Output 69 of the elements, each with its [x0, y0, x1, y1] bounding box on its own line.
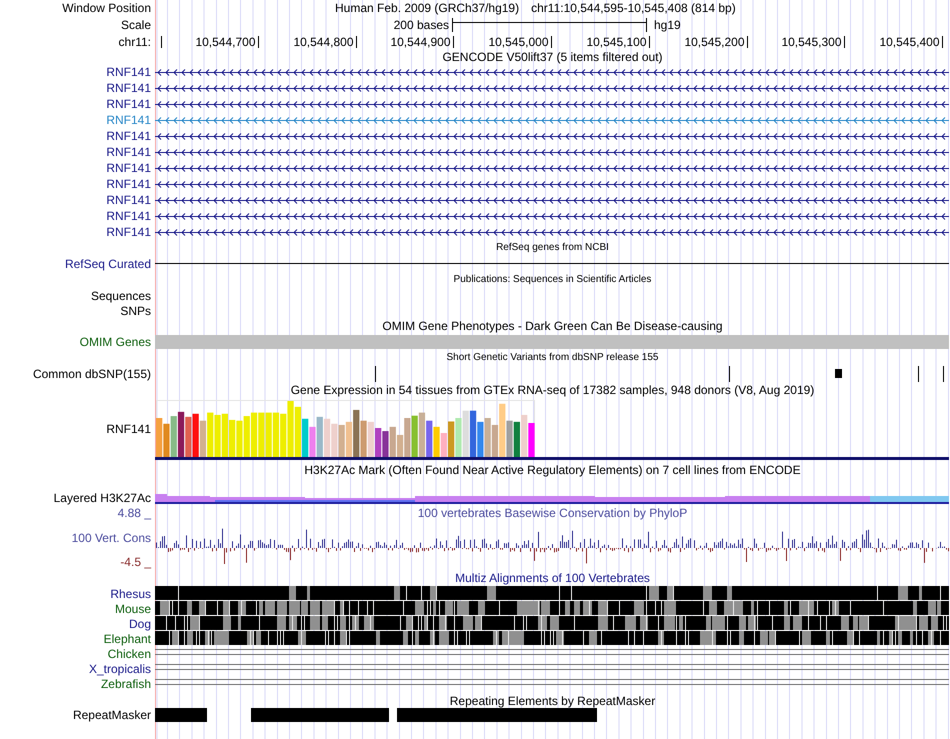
ruler-tick: [551, 36, 552, 48]
ruler-tick: [942, 36, 943, 48]
track-title: Short Genetic Variants from dbSNP release 155: [446, 353, 658, 363]
species-label: Zebrafish: [100, 678, 151, 690]
track-label: RepeatMasker: [72, 709, 151, 721]
ruler-tick: [649, 36, 650, 48]
tick-label: 10,545,300: [781, 36, 842, 48]
track-label: SNPs: [120, 304, 151, 316]
track-title: Gene Expression in 54 tissues from GTEx RNA-seq of 17382 samples, 948 donors (V8, Aug 2019): [290, 384, 814, 396]
tick-label: 10,545,400: [879, 36, 940, 48]
gene-label: RNF141: [106, 146, 151, 158]
variant-mark: [918, 366, 919, 382]
assembly-label: hg19: [654, 18, 681, 32]
track-title: H3K27Ac Mark (Often Found Near Active Regulatory Elements) on 7 cell lines from ENCODE: [304, 464, 801, 476]
tick-label: 10,544,700: [195, 36, 256, 48]
track-title: Repeating Elements by RepeatMasker: [450, 695, 656, 707]
scale-length: 200 bases: [394, 18, 449, 30]
ruler-tick: [453, 36, 454, 48]
ruler-tick: [747, 36, 748, 48]
species-label: X_tropicalis: [88, 662, 151, 674]
species-label: Rhesus: [110, 588, 151, 600]
gene-label: RNF141: [106, 210, 151, 222]
tick-label: 10,544,900: [390, 36, 450, 48]
track-title: OMIM Gene Phenotypes - Dark Green Can Be Disease-causing: [382, 320, 723, 332]
track-title: Multiz Alignments of 100 Vertebrates: [455, 572, 650, 584]
gene-label: RNF141: [106, 226, 151, 238]
repeat-block: [155, 708, 207, 722]
ruler-tick: [258, 36, 259, 48]
axis-label: -4.5 _: [120, 556, 151, 568]
variant-mark: [375, 366, 376, 382]
track-label: Layered H3K27Ac: [54, 492, 151, 504]
gene-label: RNF141: [106, 66, 151, 78]
tick-label: 10,545,200: [684, 36, 744, 48]
track-label: OMIM Genes: [80, 336, 151, 348]
track-label: Common dbSNP(155): [32, 368, 151, 380]
tick-label: 10,544,800: [293, 36, 354, 48]
gene-label: RNF141: [106, 162, 151, 174]
variant-mark: [943, 366, 944, 382]
position-range: chr11:10,544,595-10,545,408 (814 bp): [531, 2, 736, 14]
gene-label: RNF141: [106, 114, 151, 126]
ruler-tick: [161, 36, 162, 48]
ruler-tick: [356, 36, 357, 48]
gene-label: RNF141: [106, 178, 151, 190]
row-label: chr11:: [118, 36, 151, 48]
row-label: Scale: [120, 18, 151, 30]
track-title: 100 vertebrates Basewise Conservation by PhyloP: [418, 507, 688, 520]
track-title: RefSeq genes from NCBI: [496, 243, 609, 253]
track-label: 100 Vert. Cons: [72, 532, 151, 544]
gene-label: RNF141: [106, 130, 151, 142]
variant-mark: [835, 369, 842, 378]
species-label: Elephant: [104, 632, 151, 644]
axis-label: 4.88 _: [118, 507, 151, 519]
track-label: RNF141: [106, 423, 151, 435]
row-label: Window Position: [62, 2, 151, 14]
tick-label: 10,545,100: [586, 36, 646, 48]
track-title: GENCODE V50lift37 (5 items filtered out): [442, 51, 663, 63]
gene-label: RNF141: [106, 98, 151, 110]
species-label: Mouse: [114, 602, 151, 614]
ruler-tick: [844, 36, 845, 48]
track-label: Sequences: [90, 290, 151, 302]
species-label: Dog: [128, 618, 151, 630]
species-label: Chicken: [108, 648, 151, 660]
tick-label: 10,545,000: [488, 36, 548, 48]
track-label: RefSeq Curated: [64, 258, 151, 270]
track-title: Publications: Sequences in Scientific Articles: [454, 275, 652, 285]
gene-label: RNF141: [106, 82, 151, 94]
assembly-name: Human Feb. 2009 (GRCh37/hg19): [335, 2, 520, 14]
gene-label: RNF141: [106, 194, 151, 206]
variant-mark: [729, 366, 730, 382]
